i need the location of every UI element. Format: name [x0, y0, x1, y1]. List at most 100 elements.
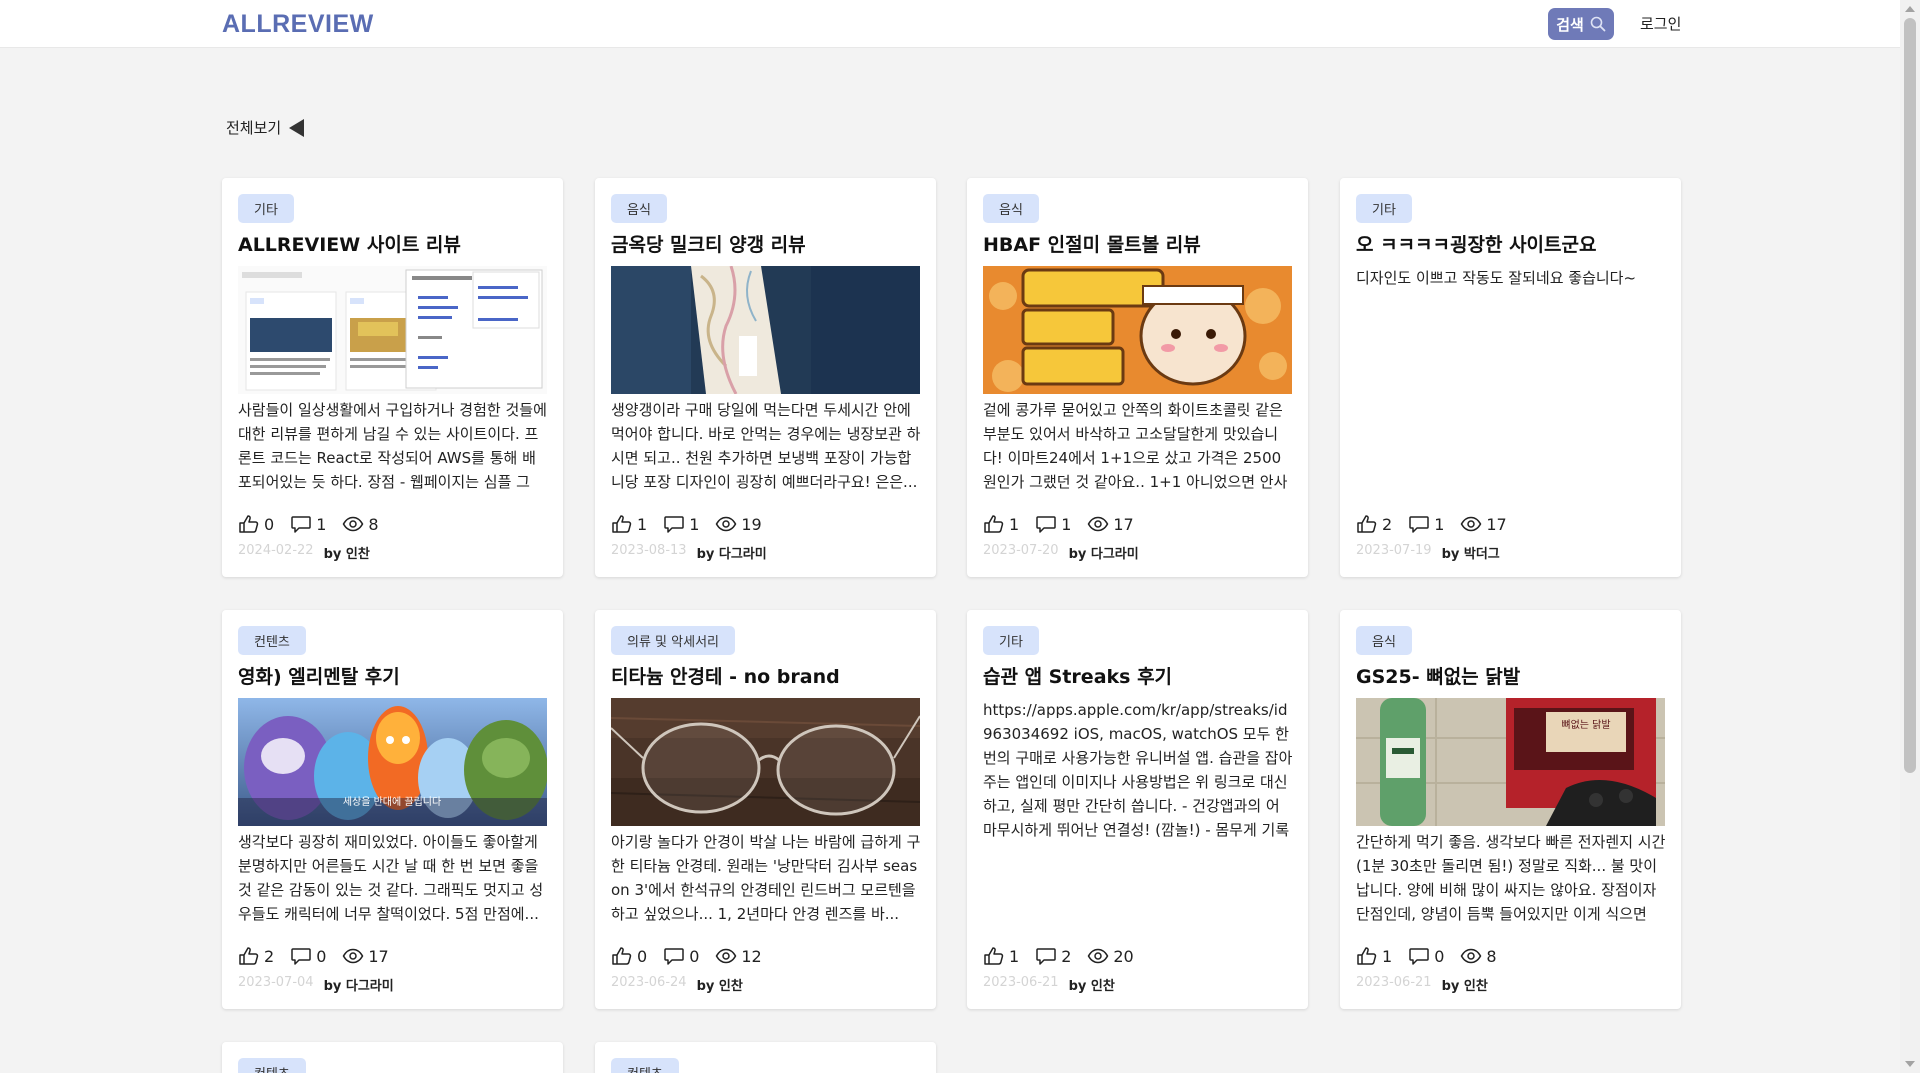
category-badge: 컨텐츠: [238, 626, 306, 655]
card-meta: 2023-07-20 by 다그라미: [983, 543, 1139, 562]
review-card[interactable]: 기타 습관 앱 Streaks 후기 https://apps.apple.com/…: [967, 610, 1308, 1009]
thumbs-up-icon[interactable]: [238, 946, 260, 966]
site-logo[interactable]: ALLREVIEW: [222, 10, 374, 39]
post-author: by 인찬: [323, 547, 370, 562]
like-count: 0: [611, 946, 647, 966]
scroll-up-arrow-icon[interactable]: [1905, 6, 1915, 12]
view-count: 8: [342, 514, 379, 534]
card-stats: 1 2 20: [983, 946, 1134, 966]
category-badge: 컨텐츠: [611, 1058, 679, 1073]
scroll-down-arrow-icon[interactable]: [1905, 1061, 1915, 1067]
comment-count-value: 1: [1434, 514, 1445, 534]
card-stats: 1 1 17: [983, 514, 1134, 534]
view-count: 20: [1087, 946, 1134, 966]
thumbs-up-icon[interactable]: [983, 514, 1005, 534]
comment-count: 1: [1408, 514, 1444, 534]
comment-icon: [663, 946, 685, 966]
eye-icon: [1460, 946, 1482, 966]
review-thumbnail-image: [983, 266, 1292, 394]
card-stats: 0 1 8: [238, 514, 379, 534]
comment-count: 2: [1035, 946, 1071, 966]
post-author: by 다그라미: [1068, 547, 1139, 562]
eye-icon: [1087, 946, 1109, 966]
review-thumbnail-image: [238, 266, 547, 394]
review-card[interactable]: 음식 GS25- 뼈없는 닭발 뼈없는 닭발 간단하게 먹기 좋음. 생각보다 빠른 …: [1340, 610, 1681, 1009]
review-card[interactable]: 컨텐츠: [222, 1042, 563, 1073]
eye-icon: [1460, 514, 1482, 534]
view-count-value: 12: [741, 946, 762, 966]
top-navigation-bar: ALLREVIEW 검색 로그인: [0, 0, 1900, 48]
card-stats: 2 1 17: [1356, 514, 1507, 534]
post-author: by 박더그: [1441, 547, 1500, 562]
comment-count-value: 1: [1061, 514, 1072, 534]
card-meta: 2024-02-22 by 인찬: [238, 543, 370, 562]
view-count: 19: [715, 514, 762, 534]
view-count: 8: [1460, 946, 1497, 966]
post-date: 2023-06-21: [1356, 975, 1432, 990]
card-title[interactable]: 티타늄 안경테 - no brand: [611, 662, 931, 689]
review-card[interactable]: 음식 금옥당 밀크티 양갱 리뷰 생양갱이라 구매 당일에 먹는다면 두세시간 안에…: [595, 178, 936, 577]
comment-count: 0: [1408, 946, 1444, 966]
review-thumbnail-image: 세상을 반대에 끌립니다: [238, 698, 547, 826]
thumbs-up-icon[interactable]: [1356, 514, 1378, 534]
like-count: 1: [611, 514, 647, 534]
filter-label: 전체보기: [226, 119, 282, 137]
triangle-left-icon[interactable]: [289, 118, 305, 137]
thumbs-up-icon[interactable]: [611, 946, 633, 966]
card-description: 아기랑 놀다가 안경이 박살 나는 바람에 급하게 구한 티타늄 안경테. 원래…: [611, 833, 921, 923]
review-thumbnail-image: [611, 698, 920, 826]
like-count: 1: [983, 946, 1019, 966]
comment-icon: [1408, 946, 1430, 966]
card-title[interactable]: 영화) 엘리멘탈 후기: [238, 662, 558, 689]
like-count-value: 2: [1382, 514, 1393, 534]
card-title[interactable]: HBAF 인절미 몰트볼 리뷰: [983, 230, 1303, 257]
thumbs-up-icon[interactable]: [1356, 946, 1378, 966]
post-author: by 인찬: [1068, 979, 1115, 994]
card-title[interactable]: GS25- 뼈없는 닭발: [1356, 662, 1676, 689]
review-card[interactable]: 기타 ALLREVIEW 사이트 리뷰 사람들이 일상생활에서 구입하거나 경험한 …: [222, 178, 563, 577]
eye-icon: [1087, 514, 1109, 534]
card-stats: 0 0 12: [611, 946, 762, 966]
comment-icon: [290, 514, 312, 534]
comment-count: 0: [290, 946, 326, 966]
card-title[interactable]: 오 ㅋㅋㅋㅋ굉장한 사이트군요: [1356, 230, 1676, 257]
like-count-value: 1: [1009, 946, 1020, 966]
card-title[interactable]: ALLREVIEW 사이트 리뷰: [238, 230, 558, 257]
like-count-value: 0: [264, 514, 275, 534]
login-link[interactable]: 로그인: [1640, 13, 1681, 34]
thumbs-up-icon[interactable]: [983, 946, 1005, 966]
review-card[interactable]: 의류 및 악세서리 티타늄 안경테 - no brand 아기랑 놀다가 안경이 박…: [595, 610, 936, 1009]
search-button[interactable]: 검색: [1548, 8, 1614, 40]
post-author: by 인찬: [696, 979, 743, 994]
thumbs-up-icon[interactable]: [611, 514, 633, 534]
page-scrollbar[interactable]: [1900, 0, 1920, 1073]
category-badge: 기타: [238, 194, 294, 223]
post-author: by 다그라미: [323, 979, 394, 994]
post-date: 2023-08-13: [611, 543, 687, 558]
comment-count-value: 2: [1061, 946, 1072, 966]
review-card[interactable]: 음식 HBAF 인절미 몰트볼 리뷰 겉에 콩가루 묻어있고 안쪽의 화이트초콜릿 …: [967, 178, 1308, 577]
like-count: 0: [238, 514, 274, 534]
category-badge: 기타: [983, 626, 1039, 655]
like-count-value: 1: [637, 514, 648, 534]
thumbs-up-icon[interactable]: [238, 514, 260, 534]
view-count: 12: [715, 946, 762, 966]
comment-count-value: 0: [316, 946, 327, 966]
card-description: 겉에 콩가루 묻어있고 안쪽의 화이트초콜릿 같은 부분도 있어서 바삭하고 고…: [983, 401, 1288, 491]
like-count-value: 1: [1009, 514, 1020, 534]
review-card[interactable]: 컨텐츠 영화) 엘리멘탈 후기 세상을 반대에 끌립니다 생각보다 굉장히 재미있었다…: [222, 610, 563, 1009]
view-count-value: 20: [1113, 946, 1134, 966]
card-title[interactable]: 금옥당 밀크티 양갱 리뷰: [611, 230, 931, 257]
category-badge: 음식: [1356, 626, 1412, 655]
scrollbar-thumb[interactable]: [1904, 18, 1916, 773]
view-all-filter[interactable]: 전체보기: [226, 117, 305, 138]
card-meta: 2023-07-04 by 다그라미: [238, 975, 394, 994]
review-card[interactable]: 컨텐츠: [595, 1042, 936, 1073]
card-description: 간단하게 먹기 좋음. 생각보다 빠른 전자렌지 시간(1분 30초만 돌리면 …: [1356, 833, 1666, 923]
view-count: 17: [342, 946, 389, 966]
review-card[interactable]: 기타 오 ㅋㅋㅋㅋ굉장한 사이트군요 디자인도 이쁘고 작동도 잘되네요 좋습니다~…: [1340, 178, 1681, 577]
card-title[interactable]: 습관 앱 Streaks 후기: [983, 662, 1303, 689]
like-count: 1: [1356, 946, 1392, 966]
search-button-label: 검색: [1556, 15, 1584, 34]
eye-icon: [715, 946, 737, 966]
